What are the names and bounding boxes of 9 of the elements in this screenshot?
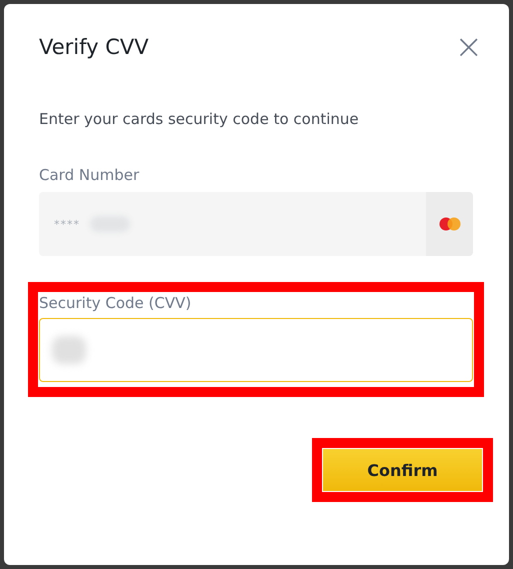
dialog-title: Verify CVV: [39, 35, 149, 59]
confirm-button[interactable]: Confirm: [323, 449, 482, 491]
card-number-value: ****: [54, 218, 80, 230]
close-button[interactable]: ×: [454, 30, 483, 64]
field-label: Card Number: [39, 166, 140, 184]
field-label: Security Code (CVV): [39, 294, 192, 312]
card-brand-icon: [438, 217, 460, 231]
description-text: Enter your cards security code to continue: [39, 110, 360, 128]
security-code-field[interactable]: [39, 318, 473, 382]
